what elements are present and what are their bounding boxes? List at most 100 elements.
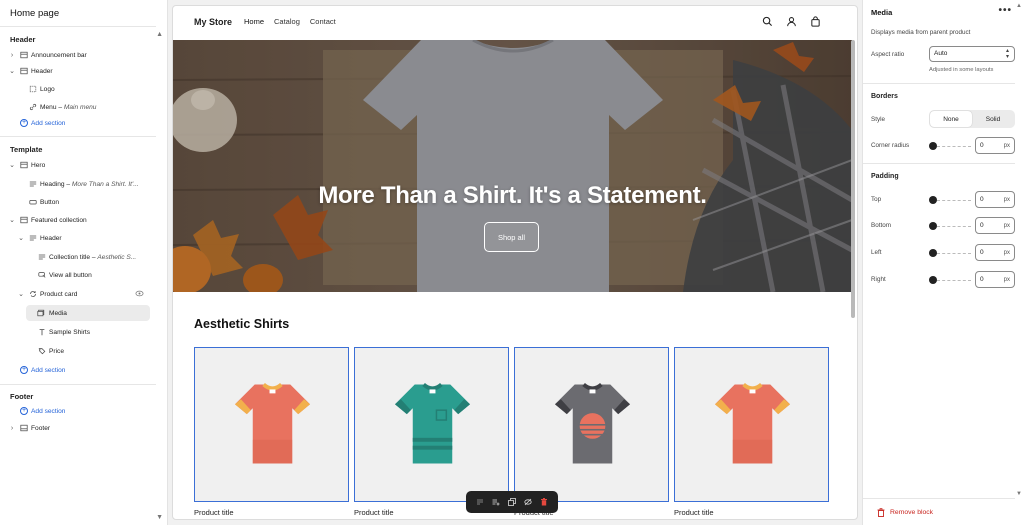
tree-item-logo[interactable]: Logo — [0, 81, 156, 97]
corner-radius-slider[interactable] — [929, 142, 971, 150]
main-menu: Home Catalog Contact — [244, 17, 336, 26]
page-title[interactable]: Home page — [10, 8, 59, 19]
slider-knob[interactable] — [929, 196, 937, 204]
padding-top-slider[interactable] — [929, 196, 971, 204]
slider-knob[interactable] — [929, 222, 937, 230]
tshirt-image — [554, 382, 631, 464]
scroll-up-arrow-icon[interactable]: ▲ — [156, 31, 163, 38]
style-option-solid[interactable]: Solid — [972, 111, 1014, 127]
text-lines-icon — [37, 253, 46, 262]
panel-description: Displays media from parent product — [871, 29, 971, 36]
aspect-ratio-label: Aspect ratio — [871, 51, 905, 58]
chevron-down-icon[interactable]: ⌄ — [8, 67, 16, 75]
product-title[interactable]: Product title — [674, 508, 714, 517]
add-circle-icon: + — [20, 366, 28, 374]
store-logo[interactable]: My Store — [194, 17, 232, 27]
divider — [0, 26, 156, 27]
search-icon[interactable] — [762, 16, 774, 28]
refresh-loop-icon — [28, 290, 37, 299]
tree-item-label: Header — [40, 234, 62, 242]
padding-top-label: Top — [871, 196, 882, 203]
padding-top-input[interactable]: 0 px — [975, 191, 1015, 208]
product-card-media[interactable] — [674, 347, 829, 502]
tree-item-hero[interactable]: ⌄ Hero — [0, 157, 156, 173]
add-section-button[interactable]: + Add section — [0, 115, 156, 131]
tree-item-view-all-button[interactable]: View all button — [0, 267, 156, 283]
padding-left-slider[interactable] — [929, 249, 971, 257]
delete-trash-icon[interactable] — [539, 497, 549, 507]
scroll-up-arrow-icon[interactable]: ▲ — [1016, 3, 1022, 9]
tree-item-label: Footer — [31, 424, 51, 432]
product-card-media[interactable] — [514, 347, 669, 502]
padding-left-label: Left — [871, 249, 882, 256]
add-block-icon[interactable] — [491, 497, 501, 507]
hero-heading[interactable]: More Than a Shirt. It's a Statement. — [173, 182, 852, 210]
unit-label: px — [1003, 276, 1010, 283]
tree-item-collection-header[interactable]: ⌄ Header — [0, 230, 156, 246]
padding-left-input[interactable]: 0 px — [975, 244, 1015, 261]
product-title[interactable]: Product title — [194, 508, 234, 517]
remove-block-button[interactable]: Remove block — [863, 498, 1015, 525]
padding-right-input[interactable]: 0 px — [975, 271, 1015, 288]
scroll-down-arrow-icon[interactable]: ▼ — [1016, 491, 1022, 497]
tree-item-footer[interactable]: › Footer — [0, 420, 156, 436]
chevron-down-icon[interactable]: ⌄ — [8, 216, 16, 224]
chevron-down-icon[interactable]: ⌄ — [17, 234, 25, 242]
tree-item-label: Header — [31, 67, 53, 75]
slider-knob[interactable] — [929, 249, 937, 257]
corner-radius-input[interactable]: 0 px — [975, 137, 1015, 154]
tree-item-label: Menu – Main menu — [40, 103, 97, 111]
slider-knob[interactable] — [929, 142, 937, 150]
tree-item-header[interactable]: ⌄ Header — [0, 63, 156, 79]
slider-knob[interactable] — [929, 276, 937, 284]
hero-banner[interactable]: More Than a Shirt. It's a Statement. Sho… — [173, 40, 852, 292]
shop-all-button[interactable]: Shop all — [484, 222, 539, 252]
tree-item-featured-collection[interactable]: ⌄ Featured collection — [0, 212, 156, 228]
nav-link-contact[interactable]: Contact — [310, 17, 336, 26]
tree-item-heading[interactable]: Heading – More Than a Shirt. It'... — [0, 176, 156, 192]
visibility-eye-icon[interactable] — [135, 289, 144, 298]
padding-right-slider[interactable] — [929, 276, 971, 284]
tree-item-sample-shirts[interactable]: Sample Shirts — [0, 324, 156, 340]
padding-bottom-input[interactable]: 0 px — [975, 217, 1015, 234]
store-preview: My Store Home Catalog Contact More Than … — [172, 5, 858, 520]
preview-scrollbar[interactable] — [851, 40, 855, 318]
chevron-down-icon[interactable]: ⌄ — [8, 161, 16, 169]
section-heading-template: Template — [10, 145, 43, 154]
aspect-ratio-select[interactable]: Auto ▴ ▾ — [929, 46, 1015, 62]
padding-right-label: Right — [871, 276, 886, 283]
tree-item-media[interactable]: Media — [26, 305, 150, 321]
slider-track — [937, 145, 971, 147]
chevron-right-icon[interactable]: › — [8, 52, 16, 59]
section-icon — [19, 216, 28, 225]
tree-item-announcement-bar[interactable]: › Announcement bar — [0, 47, 156, 63]
more-options-icon[interactable]: ••• — [998, 5, 1012, 16]
panel-title: Media — [871, 8, 893, 17]
style-option-none[interactable]: None — [930, 111, 972, 127]
product-title[interactable]: Product title — [354, 508, 394, 517]
tree-item-menu[interactable]: Menu – Main menu — [0, 99, 156, 115]
tree-item-button[interactable]: Button — [0, 194, 156, 210]
padding-bottom-label: Bottom — [871, 222, 891, 229]
account-icon[interactable] — [786, 16, 798, 28]
padding-bottom-slider[interactable] — [929, 222, 971, 230]
chevron-down-icon[interactable]: ⌄ — [17, 290, 25, 298]
cart-icon[interactable] — [810, 16, 822, 28]
nav-link-catalog[interactable]: Catalog — [274, 17, 300, 26]
duplicate-icon[interactable] — [507, 497, 517, 507]
nav-link-home[interactable]: Home — [244, 17, 264, 26]
product-card-media[interactable] — [354, 347, 509, 502]
move-handle-icon[interactable] — [475, 497, 485, 507]
add-section-button[interactable]: + Add section — [0, 403, 156, 419]
tree-item-product-card[interactable]: ⌄ Product card — [0, 286, 156, 302]
add-section-button[interactable]: + Add section — [0, 362, 156, 378]
chevron-right-icon[interactable]: › — [8, 425, 16, 432]
tree-item-price[interactable]: Price — [0, 343, 156, 359]
product-card-media[interactable] — [194, 347, 349, 502]
style-segmented-control: None Solid — [929, 110, 1015, 128]
scroll-down-arrow-icon[interactable]: ▼ — [156, 514, 163, 521]
tree-item-collection-title[interactable]: Collection title – Aesthetic S... — [0, 249, 156, 265]
divider — [863, 163, 1015, 164]
collection-title[interactable]: Aesthetic Shirts — [194, 317, 289, 331]
hide-eye-icon[interactable] — [523, 497, 533, 507]
